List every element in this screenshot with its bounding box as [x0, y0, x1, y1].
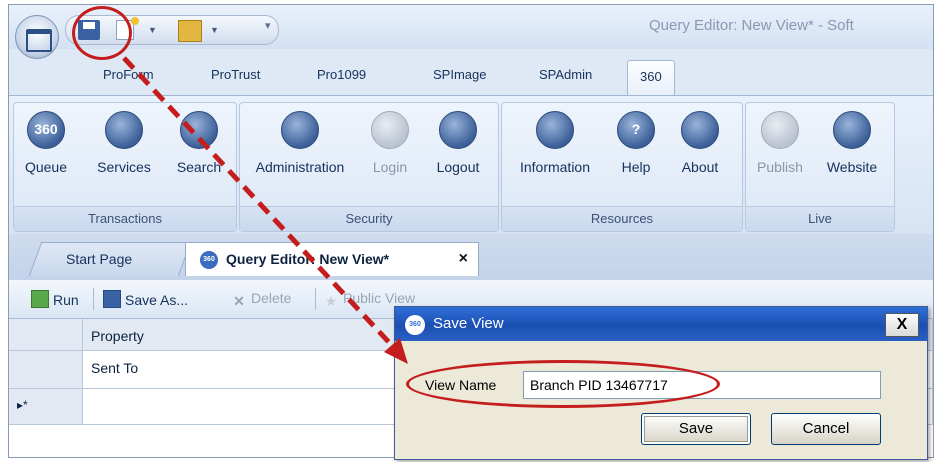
group-label: Live — [746, 206, 894, 231]
corner-cell — [9, 319, 83, 351]
queue-button[interactable]: 360 Queue — [24, 111, 68, 175]
tab-spadmin[interactable]: SPAdmin — [539, 67, 592, 82]
publish-button[interactable]: Publish — [752, 111, 808, 175]
about-button[interactable]: About — [672, 111, 728, 175]
administration-button[interactable]: Administration — [248, 111, 352, 175]
search-icon — [180, 111, 218, 149]
group-label: Transactions — [14, 206, 236, 231]
dialog-title-bar: 360 Save View X — [395, 307, 927, 341]
services-icon — [105, 111, 143, 149]
publish-icon — [761, 111, 799, 149]
group-security: Administration Login Logout Security — [239, 102, 499, 232]
information-button[interactable]: Information — [508, 111, 602, 175]
group-label: Security — [240, 206, 498, 231]
key-icon — [439, 111, 477, 149]
window-title: Query Editor: New View* - Soft — [649, 17, 854, 34]
app-360-icon: 360 — [405, 315, 425, 335]
book-icon — [833, 111, 871, 149]
tab-query-editor[interactable]: 360 Query Editor: New View* × — [185, 242, 479, 276]
chevron-down-icon[interactable]: ▼ — [210, 25, 219, 35]
run-icon — [31, 290, 49, 308]
separator — [315, 288, 316, 310]
tab-pro1099[interactable]: Pro1099 — [317, 67, 366, 82]
group-transactions: 360 Queue Services Search Transactions — [13, 102, 237, 232]
tab-start-page[interactable]: Start Page — [28, 242, 192, 276]
row-header[interactable] — [9, 351, 83, 389]
disc-icon — [681, 111, 719, 149]
close-icon[interactable]: × — [459, 243, 468, 275]
save-as-button[interactable]: Save As... — [103, 290, 188, 308]
book-icon — [536, 111, 574, 149]
group-live: Publish Website Live — [745, 102, 895, 232]
tab-proform[interactable]: ProForm — [103, 67, 154, 82]
tab-protrust[interactable]: ProTrust — [211, 67, 260, 82]
queue-icon: 360 — [27, 111, 65, 149]
open-folder-icon[interactable] — [178, 20, 202, 42]
search-button[interactable]: Search — [172, 111, 226, 175]
document-tabs: Start Page 360 Query Editor: New View* × — [9, 234, 933, 280]
chevron-down-icon[interactable]: ▼ — [148, 25, 157, 35]
separator — [93, 288, 94, 310]
gears-icon — [281, 111, 319, 149]
help-icon: ? — [617, 111, 655, 149]
save-button[interactable]: Save — [641, 413, 751, 445]
customize-toolbar-icon[interactable]: ▾ — [265, 19, 271, 32]
tab-360[interactable]: 360 — [627, 60, 675, 95]
star-icon: ★ — [324, 293, 338, 309]
key-icon — [371, 111, 409, 149]
tab-spimage[interactable]: SPImage — [433, 67, 486, 82]
dialog-title: Save View — [433, 315, 504, 332]
group-resources: Information ? Help About Resources — [501, 102, 743, 232]
application-menu-button[interactable] — [15, 15, 59, 59]
delete-icon: ✕ — [233, 293, 245, 309]
ribbon: 360 Queue Services Search Transactions A… — [9, 95, 933, 235]
website-button[interactable]: Website — [820, 111, 884, 175]
new-row-marker[interactable]: ▸* — [9, 389, 83, 425]
ribbon-tabs: ProForm ProTrust Pro1099 SPImage SPAdmin… — [9, 49, 933, 95]
save-as-icon — [103, 290, 121, 308]
logout-button[interactable]: Logout — [430, 111, 486, 175]
help-button[interactable]: ? Help — [616, 111, 656, 175]
title-bar: ▼ ▼ ▾ Query Editor: New View* - Soft — [9, 5, 933, 49]
run-button[interactable]: Run — [31, 290, 79, 308]
cancel-button[interactable]: Cancel — [771, 413, 881, 445]
delete-button[interactable]: ✕ Delete — [231, 290, 291, 309]
group-label: Resources — [502, 206, 742, 231]
app-360-icon: 360 — [200, 251, 218, 270]
services-button[interactable]: Services — [92, 111, 156, 175]
annotation-oval — [406, 360, 720, 408]
close-button[interactable]: X — [885, 313, 919, 337]
home-icon — [26, 29, 52, 52]
login-button[interactable]: Login — [368, 111, 412, 175]
annotation-circle — [72, 6, 132, 60]
